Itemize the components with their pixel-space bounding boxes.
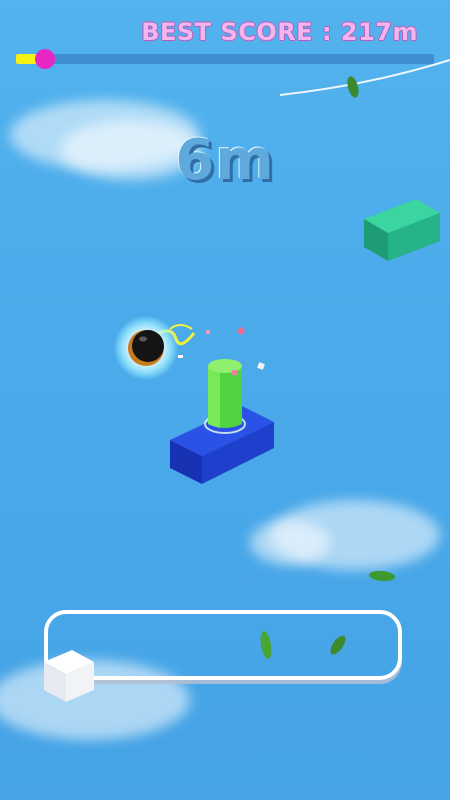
sparkle xyxy=(257,362,265,370)
best-score-label: BEST SCORE xyxy=(141,18,314,46)
sparkle xyxy=(236,326,246,336)
progress-marker xyxy=(35,49,56,69)
best-score-value: 217m xyxy=(340,18,418,46)
leaf-icon xyxy=(369,570,395,582)
progress-bar xyxy=(16,49,434,69)
sparkle xyxy=(232,370,237,375)
white-cube xyxy=(44,650,94,702)
best-score: BEST SCORE : 217m xyxy=(141,18,418,46)
teal-block xyxy=(364,199,440,261)
distance-counter: 6m xyxy=(175,128,275,193)
green-pillar xyxy=(204,359,246,434)
black-ball-icon xyxy=(128,330,164,366)
tap-panel[interactable] xyxy=(44,610,402,680)
cloud xyxy=(250,520,330,565)
leaf-icon xyxy=(347,76,359,98)
